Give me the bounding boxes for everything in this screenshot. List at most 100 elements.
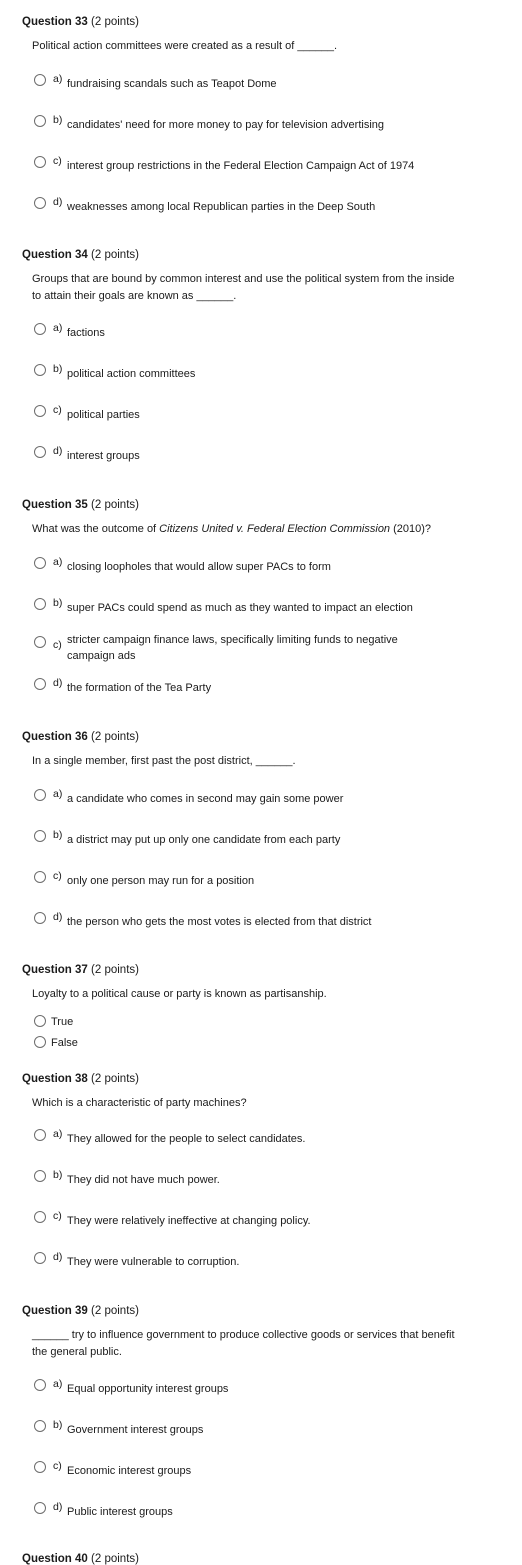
option-letter: b) [53,114,63,126]
option-a[interactable]: a) a candidate who comes in second may ga… [34,788,504,806]
option-text: political parties [67,409,140,421]
option-d[interactable]: d) interest groups [34,445,504,463]
option-text: They allowed for the people to select ca… [67,1133,306,1145]
option-letter: a) [53,1378,63,1390]
question-prompt: Loyalty to a political cause or party is… [32,988,327,1000]
option-d[interactable]: d) the person who gets the most votes is … [34,911,504,929]
option-b[interactable]: b) a district may put up only one candida… [34,829,504,847]
option-text: interest group restrictions in the Feder… [67,160,415,172]
option-a[interactable]: a) factions [34,322,504,340]
radio-button[interactable] [34,74,46,86]
option-text: weaknesses among local Republican partie… [67,201,376,213]
question-number: Question 35 [22,499,88,511]
option-text: interest groups [67,450,140,462]
question-header: Question 33 (2 points) [22,16,139,28]
option-b[interactable]: b) Government interest groups [34,1419,504,1437]
question-prompt: ______ try to influence government to pr… [32,1329,455,1358]
option-c[interactable]: c) only one person may run for a position [34,870,504,888]
option-letter: a) [53,322,63,334]
question-number: Question 33 [22,16,88,28]
radio-button[interactable] [34,1170,46,1182]
option-letter: c) [53,404,62,416]
radio-button[interactable] [34,557,46,569]
question-points: (2 points) [91,249,139,261]
option-b[interactable]: b) They did not have much power. [34,1169,504,1187]
option-text: super PACs could spend as much as they w… [67,602,413,614]
option-c[interactable]: c) interest group restrictions in the Fed… [34,155,504,173]
question-prompt: In a single member, first past the post … [32,755,296,767]
option-c[interactable]: c) Economic interest groups [34,1460,504,1478]
radio-button[interactable] [34,636,46,648]
radio-button[interactable] [34,1211,46,1223]
option-a[interactable]: a) Equal opportunity interest groups [34,1378,504,1396]
option-letter: c) [53,155,62,167]
radio-button[interactable] [34,789,46,801]
option-letter: d) [53,445,63,457]
option-a[interactable]: a) closing loopholes that would allow sup… [34,556,504,574]
radio-button[interactable] [34,1015,46,1027]
radio-button[interactable] [34,1379,46,1391]
option-letter: c) [53,1460,62,1472]
prompt-text: What was the outcome of [32,523,160,535]
radio-button[interactable] [34,830,46,842]
option-letter: a) [53,556,63,568]
question-number: Question 36 [22,731,88,743]
question-header: Question 36 (2 points) [22,731,139,743]
option-text: Economic interest groups [67,1465,192,1477]
question-number: Question 38 [22,1073,88,1085]
option-d[interactable]: d) weaknesses among local Republican part… [34,196,504,214]
option-letter: b) [53,597,63,609]
option-text: the formation of the Tea Party [67,682,212,694]
option-text: factions [67,327,105,339]
question-points: (2 points) [91,1305,139,1317]
option-letter: d) [53,196,63,208]
question-number: Question 39 [22,1305,88,1317]
radio-button[interactable] [34,1036,46,1048]
question-points: (2 points) [91,1553,139,1565]
option-text: the person who gets the most votes is el… [67,916,372,928]
option-text: They were relatively ineffective at chan… [67,1215,311,1227]
option-a[interactable]: a) They allowed for the people to select … [34,1128,504,1146]
option-d[interactable]: d) the formation of the Tea Party [34,677,504,695]
option-b[interactable]: b) political action committees [34,363,504,381]
option-text: True [51,1016,74,1028]
radio-button[interactable] [34,1461,46,1473]
radio-button[interactable] [34,1252,46,1264]
option-d[interactable]: d) They were vulnerable to corruption. [34,1251,504,1269]
option-letter: d) [53,1501,63,1513]
option-c[interactable]: c) political parties [34,404,504,422]
question-prompt: Groups that are bound by common interest… [32,273,455,302]
option-letter: c) [53,870,62,882]
question-number: Question 37 [22,964,88,976]
option-b[interactable]: b) candidates' need for more money to pay… [34,114,504,132]
radio-button[interactable] [34,446,46,458]
option-text: Public interest groups [67,1506,173,1518]
option-letter: b) [53,363,63,375]
option-letter: d) [53,1251,63,1263]
radio-button[interactable] [34,115,46,127]
option-text: fundraising scandals such as Teapot Dome [67,78,277,90]
option-text: They were vulnerable to corruption. [67,1256,240,1268]
prompt-text: (2010)? [390,523,432,535]
option-b[interactable]: b) super PACs could spend as much as they… [34,597,504,615]
radio-button[interactable] [34,1129,46,1141]
radio-button[interactable] [34,678,46,690]
option-d[interactable]: d) Public interest groups [34,1501,504,1519]
option-a[interactable]: a) fundraising scandals such as Teapot Do… [34,73,504,91]
radio-button[interactable] [34,323,46,335]
radio-button[interactable] [34,364,46,376]
radio-button[interactable] [34,156,46,168]
option-letter: a) [53,788,63,800]
radio-button[interactable] [34,1420,46,1432]
radio-button[interactable] [34,405,46,417]
radio-button[interactable] [34,912,46,924]
option-c[interactable]: c) They were relatively ineffective at ch… [34,1210,504,1228]
option-c[interactable]: c) stricter campaign finance laws, specif… [34,632,504,666]
radio-button[interactable] [34,1502,46,1514]
radio-button[interactable] [34,197,46,209]
question-header: Question 38 (2 points) [22,1073,139,1085]
question-points: (2 points) [91,1073,139,1085]
question-prompt: Political action committees were created… [32,40,338,52]
radio-button[interactable] [34,598,46,610]
radio-button[interactable] [34,871,46,883]
